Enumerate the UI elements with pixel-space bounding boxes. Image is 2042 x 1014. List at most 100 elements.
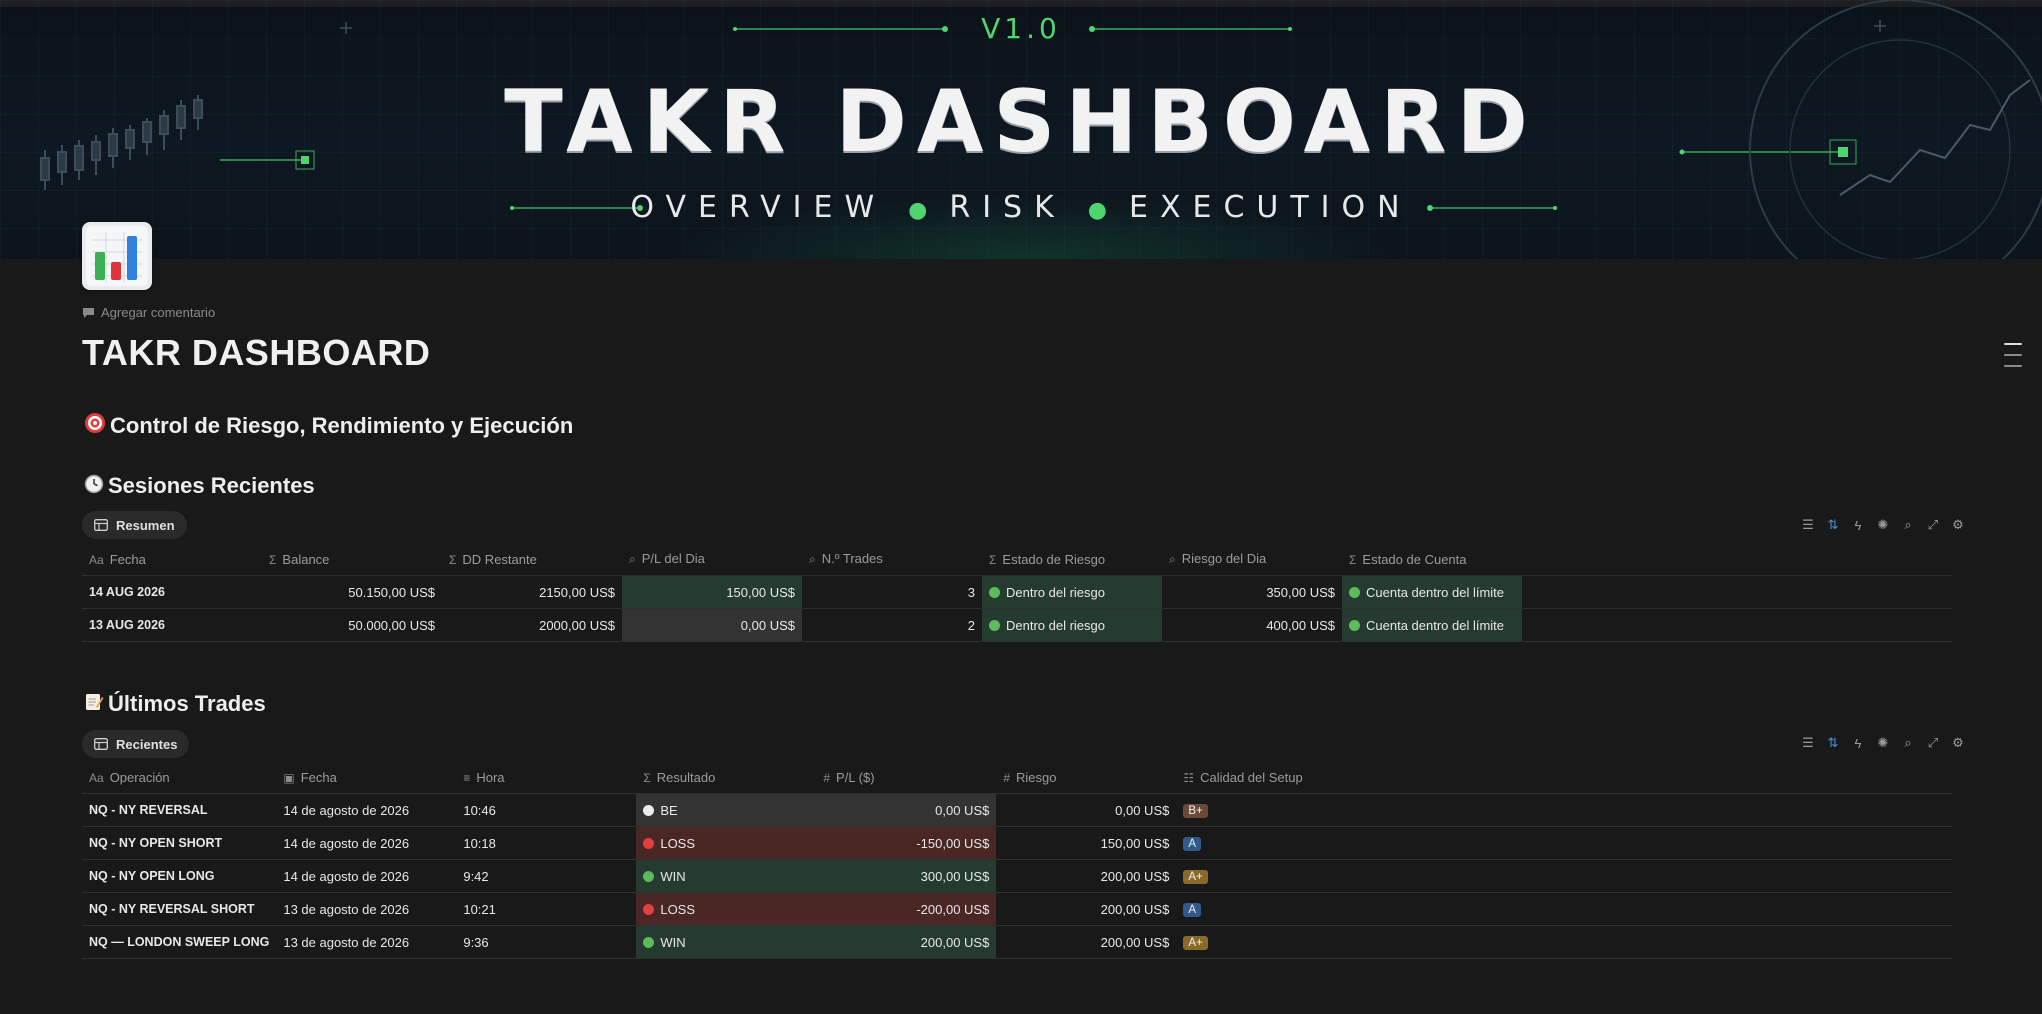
search-icon[interactable]: ⌕ <box>1899 516 1917 534</box>
cell-pl[interactable]: 0,00 US$ <box>816 793 997 827</box>
col-header[interactable]: Σ Estado de Cuenta <box>1342 543 1522 576</box>
cell-pl[interactable]: -200,00 US$ <box>816 892 997 926</box>
cell-hora[interactable]: 10:21 <box>456 892 637 926</box>
cell-operacion[interactable]: NQ - NY REVERSAL SHORT <box>82 892 277 926</box>
cell-operacion[interactable]: NQ — LONDON SWEEP LONG <box>82 925 277 959</box>
col-header[interactable]: Σ Estado de Riesgo <box>982 543 1162 576</box>
cell-resultado[interactable]: LOSS <box>636 826 817 860</box>
cell-fecha[interactable]: 13 de agosto de 2026 <box>276 892 457 926</box>
filter-icon[interactable]: ☰ <box>1799 516 1817 534</box>
col-header[interactable]: ⌕ Riesgo del Dia <box>1162 543 1342 576</box>
page-title[interactable]: TAKR DASHBOARD <box>82 332 430 374</box>
cell-resultado[interactable]: BE <box>636 793 817 827</box>
banner-subtitle: OVERVIEW ● RISK ● EXECUTION <box>0 190 2042 225</box>
cell-riesgo-dia[interactable]: 400,00 US$ <box>1162 608 1342 642</box>
sort-icon[interactable]: ⇅ <box>1824 516 1842 534</box>
col-header[interactable]: ⌕ P/L del Dia <box>622 543 802 576</box>
cell-riesgo[interactable]: 0,00 US$ <box>996 793 1177 827</box>
cell-calidad[interactable]: A <box>1176 826 1357 860</box>
filter-icon[interactable]: ☰ <box>1799 734 1817 752</box>
col-header[interactable]: ▣ Fecha <box>276 761 457 794</box>
cell-operacion[interactable]: NQ - NY REVERSAL <box>82 793 277 827</box>
col-header[interactable]: Σ DD Restante <box>442 543 622 576</box>
view-tab-resumen[interactable]: Resumen <box>82 511 187 539</box>
col-header[interactable]: Σ Balance <box>262 543 442 576</box>
sparkle-icon[interactable]: ✺ <box>1874 734 1892 752</box>
table-row[interactable]: 13 AUG 2026 50.000,00 US$ 2000,00 US$ 0,… <box>82 608 1952 642</box>
table-row[interactable]: NQ - NY REVERSAL SHORT 13 de agosto de 2… <box>82 892 1952 926</box>
cell-fecha[interactable]: 14 de agosto de 2026 <box>276 859 457 893</box>
automation-icon[interactable]: ϟ <box>1849 734 1867 752</box>
cell-estado-cuenta[interactable]: Cuenta dentro del límite <box>1342 575 1522 609</box>
cell-riesgo[interactable]: 150,00 US$ <box>996 826 1177 860</box>
cell-estado-riesgo[interactable]: Dentro del riesgo <box>982 575 1162 609</box>
cell-trades[interactable]: 2 <box>802 608 982 642</box>
expand-icon[interactable]: ⤢ <box>1924 734 1942 752</box>
toc-item[interactable] <box>2004 354 2022 356</box>
cell-fecha[interactable]: 14 de agosto de 2026 <box>276 826 457 860</box>
settings-icon[interactable]: ⚙ <box>1949 516 1967 534</box>
col-header[interactable]: # P/L ($) <box>816 761 997 794</box>
cell-pl[interactable]: 150,00 US$ <box>622 575 802 609</box>
cell-estado-cuenta[interactable]: Cuenta dentro del límite <box>1342 608 1522 642</box>
cell-resultado[interactable]: WIN <box>636 925 817 959</box>
col-header[interactable]: Aa Operación <box>82 761 277 794</box>
table-row[interactable]: NQ - NY REVERSAL 14 de agosto de 2026 10… <box>82 793 1952 827</box>
cell-pl[interactable]: 0,00 US$ <box>622 608 802 642</box>
table-row[interactable]: NQ — LONDON SWEEP LONG 13 de agosto de 2… <box>82 925 1952 959</box>
cell-fecha[interactable]: 14 de agosto de 2026 <box>276 793 457 827</box>
cell-riesgo[interactable]: 200,00 US$ <box>996 892 1177 926</box>
cell-calidad[interactable]: A+ <box>1176 925 1357 959</box>
cell-pl[interactable]: 200,00 US$ <box>816 925 997 959</box>
table-row[interactable]: NQ - NY OPEN SHORT 14 de agosto de 2026 … <box>82 826 1952 860</box>
cell-resultado[interactable]: WIN <box>636 859 817 893</box>
cell-resultado[interactable]: LOSS <box>636 892 817 926</box>
cell-pl[interactable]: 300,00 US$ <box>816 859 997 893</box>
number-icon: # <box>1003 770 1011 785</box>
table-of-contents[interactable] <box>2004 343 2022 376</box>
cell-dd[interactable]: 2000,00 US$ <box>442 608 622 642</box>
cell-calidad[interactable]: A <box>1176 892 1357 926</box>
col-header[interactable]: ☷ Calidad del Setup <box>1176 761 1357 794</box>
cell-fecha[interactable]: 13 de agosto de 2026 <box>276 925 457 959</box>
col-header[interactable]: # Riesgo <box>996 761 1177 794</box>
cell-calidad[interactable]: B+ <box>1176 793 1357 827</box>
cell-hora[interactable]: 10:18 <box>456 826 637 860</box>
search-icon[interactable]: ⌕ <box>1899 734 1917 752</box>
setup-tag: B+ <box>1183 804 1208 818</box>
col-header[interactable]: ⌕ N.º Trades <box>802 543 982 576</box>
col-header[interactable]: ≡ Hora <box>456 761 637 794</box>
cell-estado-riesgo[interactable]: Dentro del riesgo <box>982 608 1162 642</box>
add-comment-button[interactable]: Agregar comentario <box>82 305 215 320</box>
cell-operacion[interactable]: NQ - NY OPEN SHORT <box>82 826 277 860</box>
cell-operacion[interactable]: NQ - NY OPEN LONG <box>82 859 277 893</box>
table-row[interactable]: NQ - NY OPEN LONG 14 de agosto de 2026 9… <box>82 859 1952 893</box>
cell-trades[interactable]: 3 <box>802 575 982 609</box>
sort-icon[interactable]: ⇅ <box>1824 734 1842 752</box>
settings-icon[interactable]: ⚙ <box>1949 734 1967 752</box>
cell-fecha[interactable]: 14 AUG 2026 <box>82 575 262 609</box>
cell-dd[interactable]: 2150,00 US$ <box>442 575 622 609</box>
cell-calidad[interactable]: A+ <box>1176 859 1357 893</box>
col-header[interactable]: Σ Resultado <box>636 761 817 794</box>
sparkle-icon[interactable]: ✺ <box>1874 516 1892 534</box>
view-tab-recientes[interactable]: Recientes <box>82 730 190 758</box>
toc-item[interactable] <box>2004 343 2022 345</box>
bar-chart-icon[interactable] <box>82 222 152 290</box>
toc-item[interactable] <box>2004 365 2022 367</box>
cell-fecha[interactable]: 13 AUG 2026 <box>82 608 262 642</box>
expand-icon[interactable]: ⤢ <box>1924 516 1942 534</box>
cell-balance[interactable]: 50.150,00 US$ <box>262 575 442 609</box>
status-dot <box>1349 619 1360 631</box>
automation-icon[interactable]: ϟ <box>1849 516 1867 534</box>
cell-hora[interactable]: 9:36 <box>456 925 637 959</box>
cell-balance[interactable]: 50.000,00 US$ <box>262 608 442 642</box>
cell-riesgo[interactable]: 200,00 US$ <box>996 925 1177 959</box>
cell-hora[interactable]: 10:46 <box>456 793 637 827</box>
cell-pl[interactable]: -150,00 US$ <box>816 826 997 860</box>
cell-hora[interactable]: 9:42 <box>456 859 637 893</box>
cell-riesgo-dia[interactable]: 350,00 US$ <box>1162 575 1342 609</box>
col-header[interactable]: Aa Fecha <box>82 543 262 576</box>
cell-riesgo[interactable]: 200,00 US$ <box>996 859 1177 893</box>
table-row[interactable]: 14 AUG 2026 50.150,00 US$ 2150,00 US$ 15… <box>82 575 1952 609</box>
